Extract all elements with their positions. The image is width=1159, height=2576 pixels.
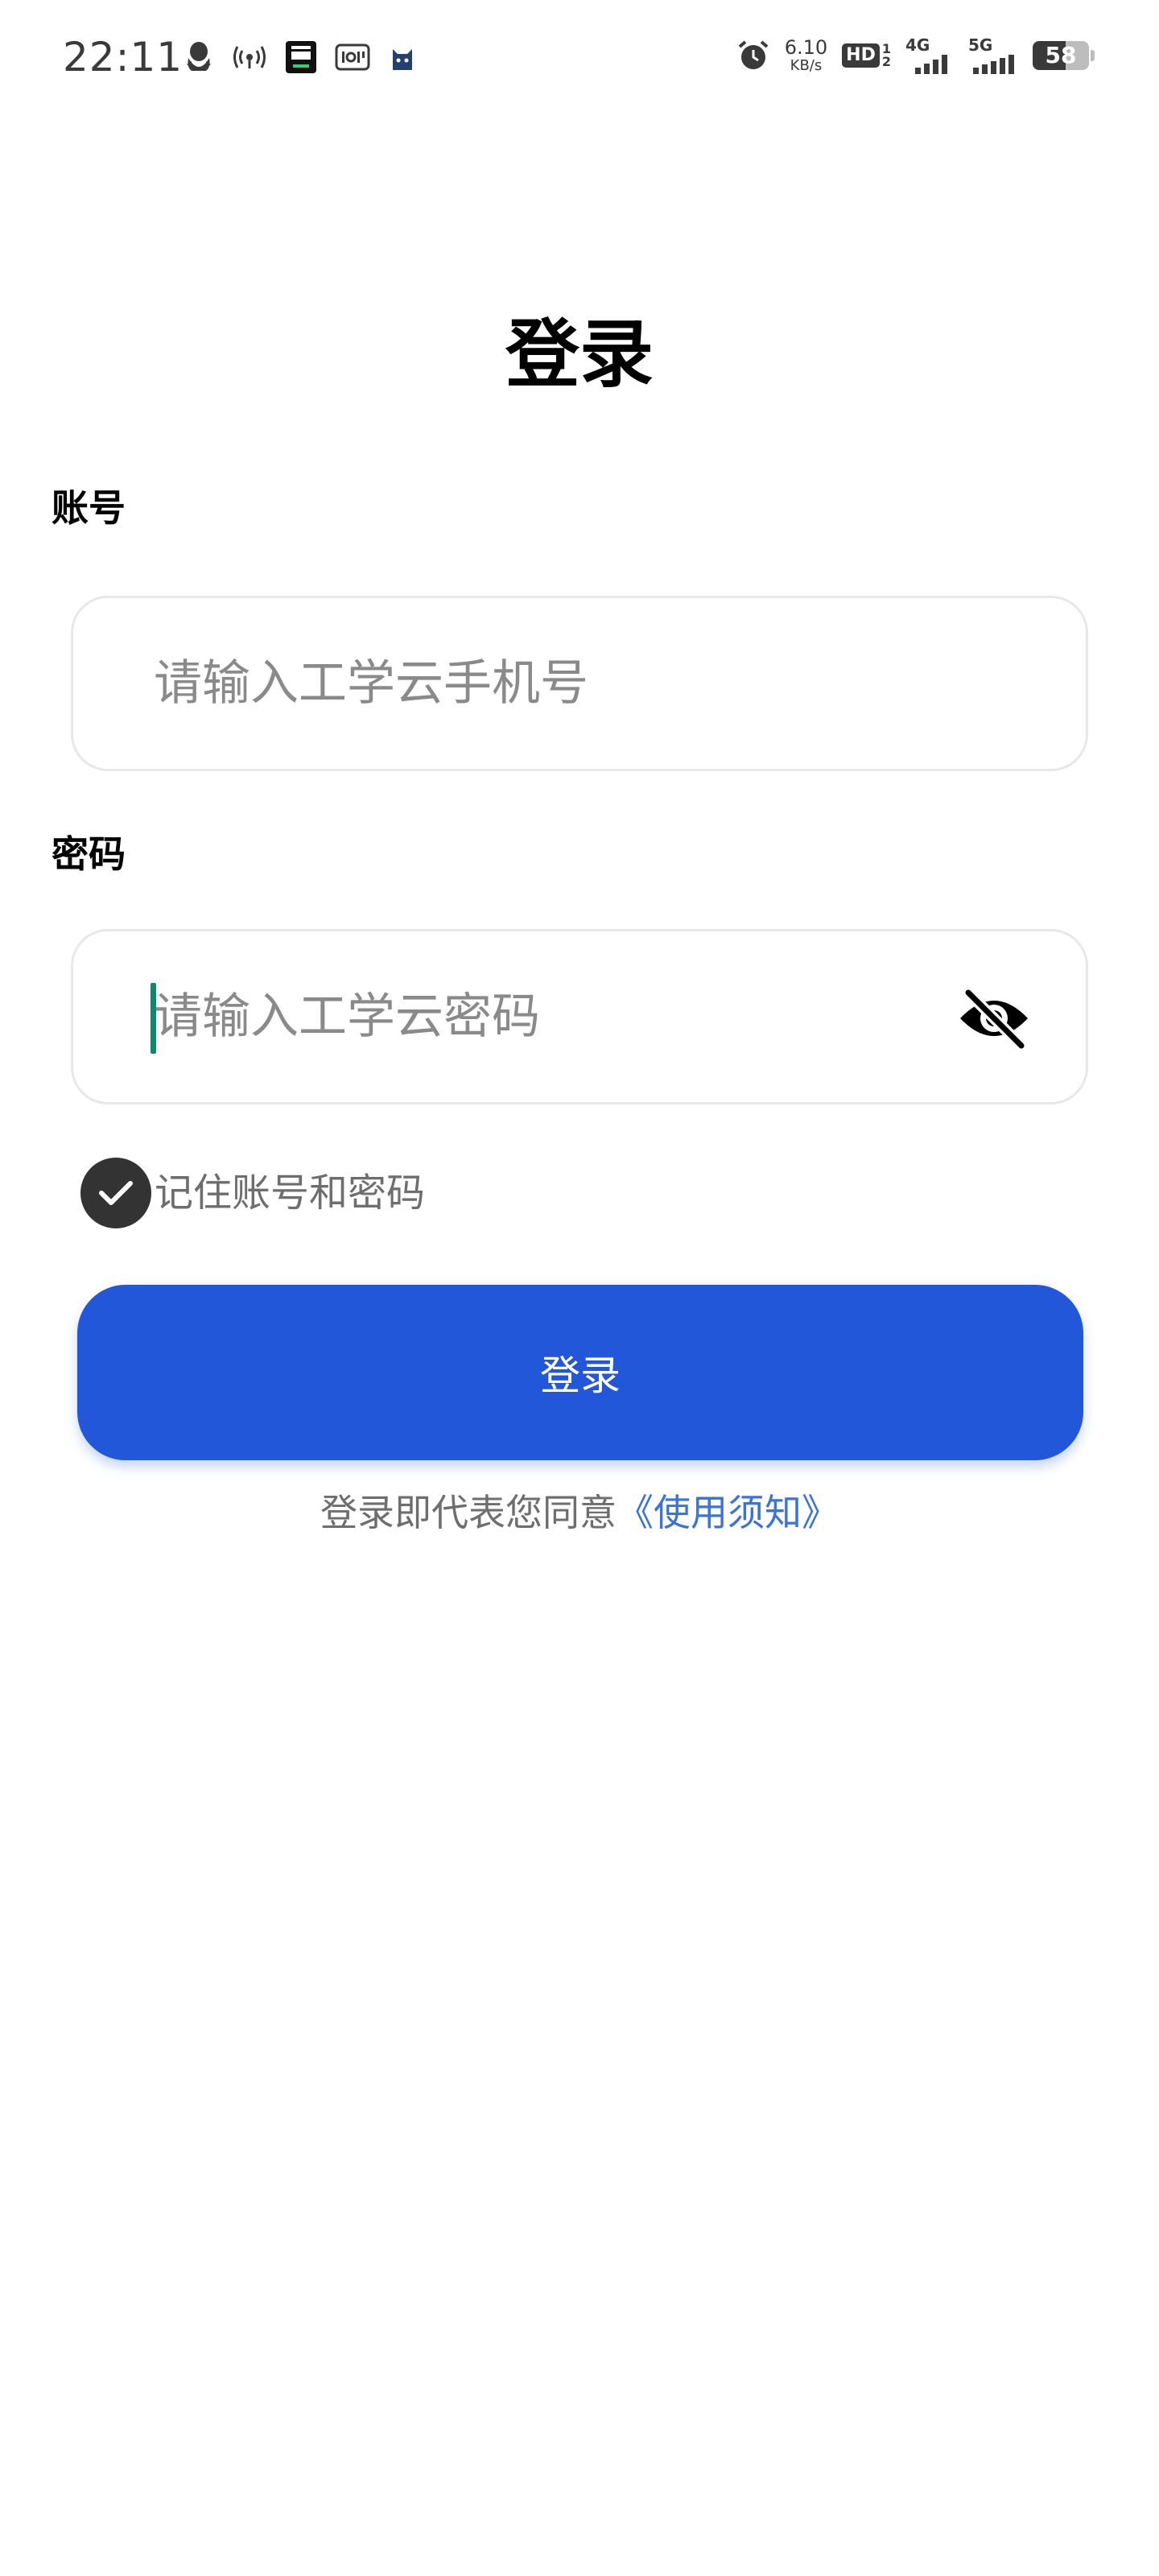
password-input[interactable] <box>154 989 878 1045</box>
account-input-box[interactable] <box>71 596 1088 771</box>
hotspot-icon <box>232 43 267 72</box>
text-caret <box>151 983 156 1054</box>
terms-link[interactable]: 《使用须知》 <box>617 1491 839 1534</box>
cat-app-icon <box>388 43 417 72</box>
status-time: 22:11 <box>63 34 184 80</box>
battery-text: 58 <box>1045 42 1077 68</box>
remember-label: 记住账号和密码 <box>155 1170 426 1216</box>
status-left-icons <box>184 40 417 74</box>
signal-4g-label: 4G <box>905 35 930 55</box>
login-button[interactable]: 登录 <box>77 1285 1083 1460</box>
page-title: 登录 <box>505 312 654 398</box>
alarm-icon <box>736 39 770 72</box>
signal-4g-icon: 4G <box>905 37 954 74</box>
signal-5g-icon: 5G <box>968 37 1018 74</box>
account-input[interactable] <box>154 655 878 712</box>
agreement-text: 登录即代表您同意 <box>320 1491 617 1534</box>
net-speed-value: 6.10 <box>784 36 828 59</box>
password-label: 密码 <box>52 832 126 876</box>
checkmark-icon <box>99 1181 133 1205</box>
battery-icon: 58 <box>1033 41 1089 70</box>
password-input-box[interactable] <box>71 929 1088 1104</box>
hd-label: HD <box>842 43 880 68</box>
app-icon <box>285 40 317 74</box>
remember-checkbox-row[interactable]: 记住账号和密码 <box>80 1158 425 1228</box>
status-bar: 22:11 6.10 KB/s HD 1 2 4G 5G 58 <box>0 0 1159 121</box>
battery-tip <box>1091 50 1095 61</box>
hd-icon: HD 1 2 <box>842 43 891 68</box>
qq-icon <box>184 40 214 74</box>
iqiyi-icon <box>335 43 370 71</box>
signal-5g-label: 5G <box>968 35 993 55</box>
hd-sub: 1 2 <box>882 43 891 68</box>
hd-sub-bottom: 2 <box>881 54 891 69</box>
eye-off-icon[interactable] <box>955 980 1033 1057</box>
net-speed-unit: KB/s <box>790 57 823 74</box>
account-label: 账号 <box>52 486 126 530</box>
agreement: 登录即代表您同意《使用须知》 <box>0 1491 1159 1535</box>
net-speed: 6.10 KB/s <box>785 38 827 73</box>
status-right-icons: 6.10 KB/s HD 1 2 4G 5G 58 <box>736 37 1095 74</box>
remember-checkbox[interactable] <box>80 1158 151 1228</box>
